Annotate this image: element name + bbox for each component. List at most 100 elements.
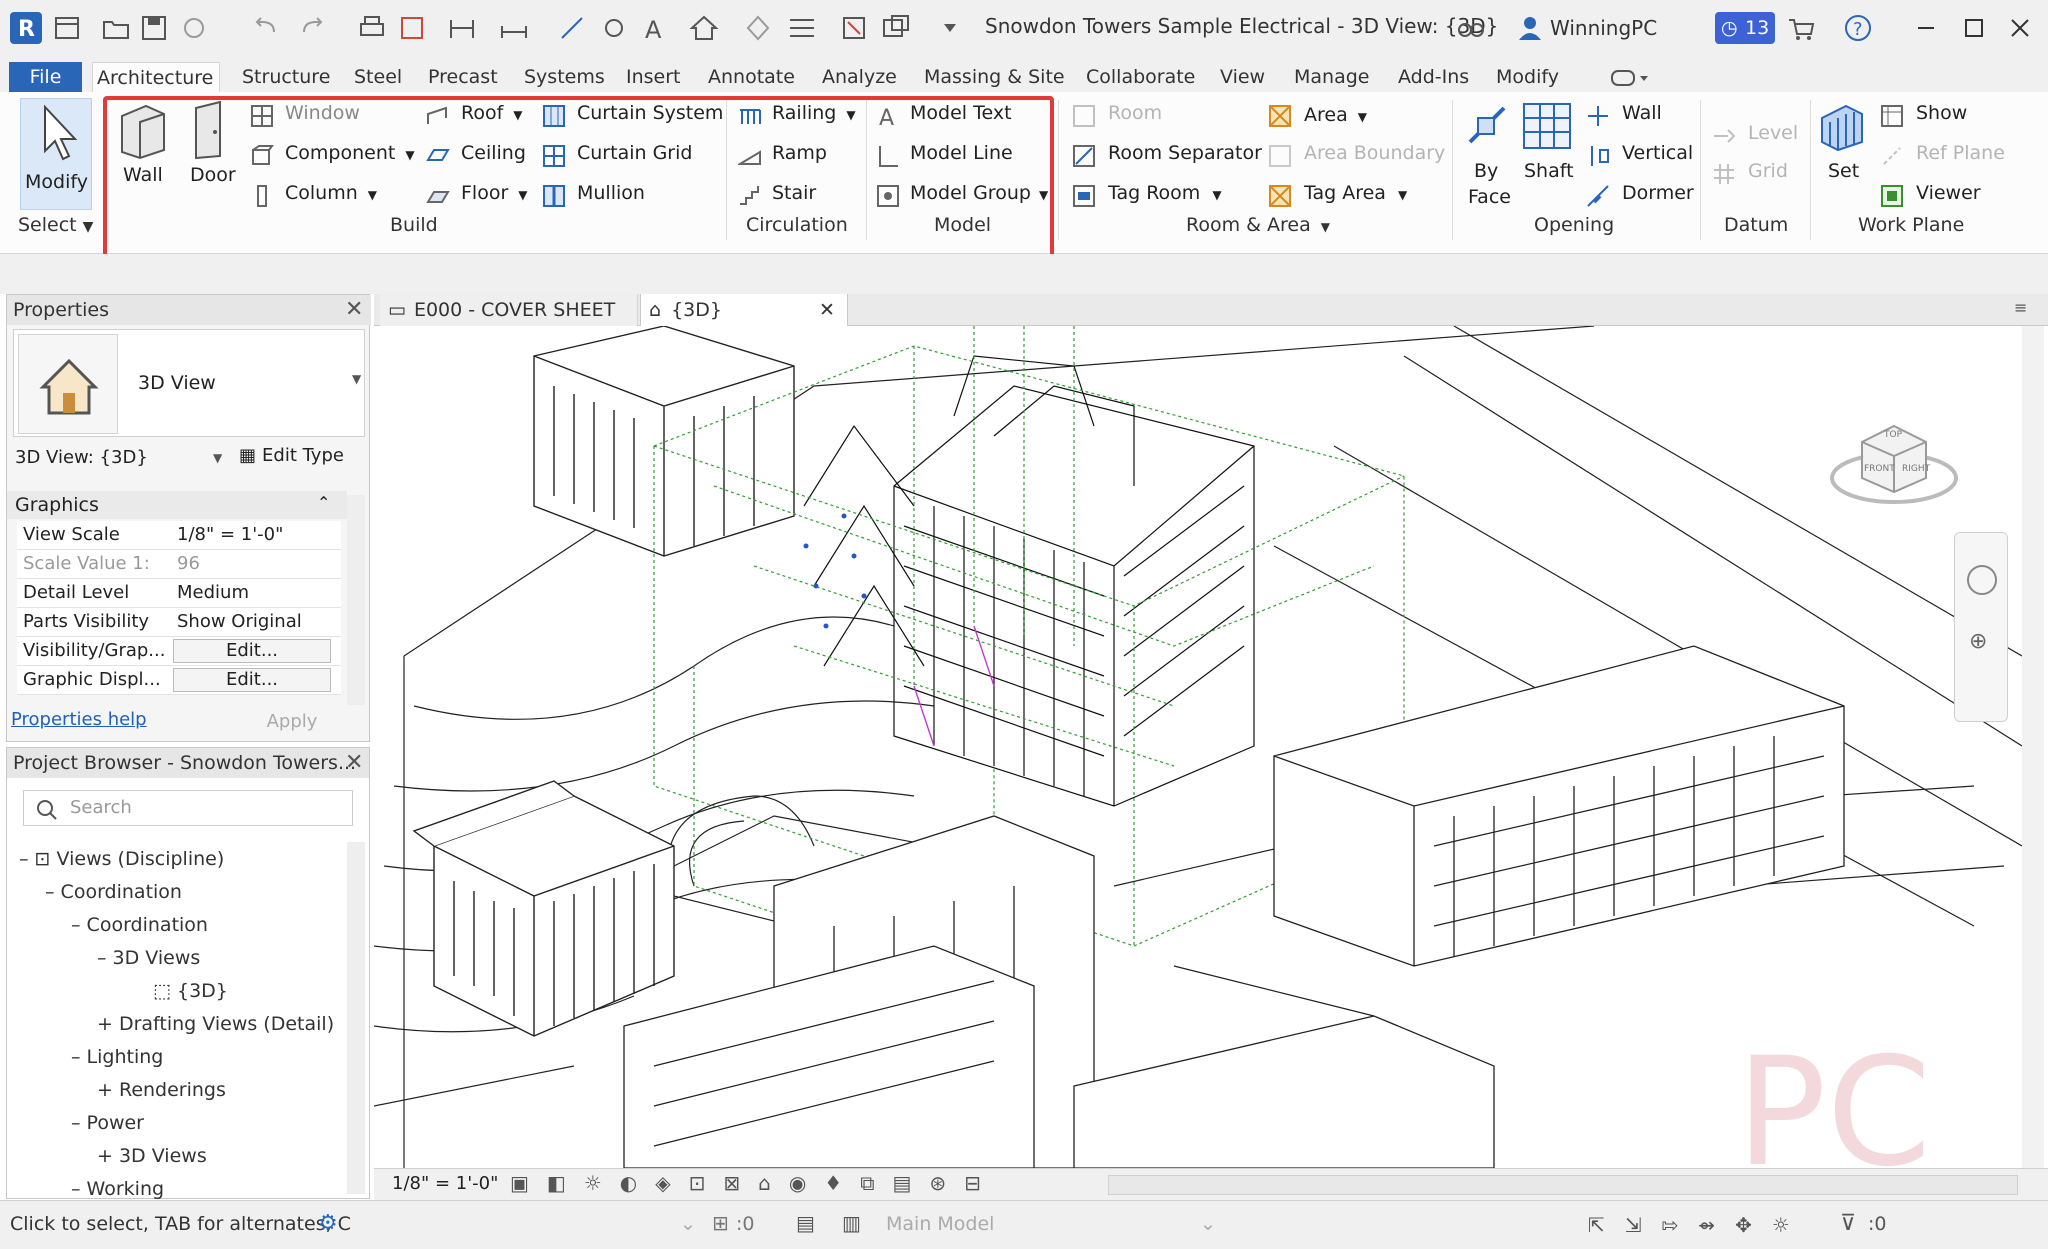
user-icon[interactable] — [1514, 12, 1546, 44]
default-3d-view-icon[interactable] — [688, 12, 720, 44]
measure-icon[interactable] — [446, 12, 478, 44]
vertical-opening-button[interactable]: Vertical — [1622, 142, 1693, 164]
properties-scrollbar[interactable] — [347, 495, 365, 705]
tab-steel[interactable]: Steel — [350, 62, 406, 92]
tag-room-button[interactable]: Tag Room ▼ — [1108, 182, 1222, 204]
editable-only-icon[interactable]: ▥ — [842, 1211, 861, 1235]
section-icon[interactable] — [742, 12, 774, 44]
user-name[interactable]: WinningPC — [1550, 16, 1657, 40]
selection-filters[interactable]: ⇱⇲⇰⇴✥☼ — [1588, 1213, 1810, 1237]
tab-view[interactable]: View — [1216, 62, 1269, 92]
detail-level-value[interactable]: Medium — [177, 582, 249, 603]
design-options-icon[interactable]: ▤ — [796, 1211, 815, 1235]
collapse-section-icon[interactable]: ⌃ — [317, 493, 330, 512]
apply-button[interactable]: Apply — [247, 711, 337, 737]
select-group-label[interactable]: Select ▼ — [18, 214, 93, 236]
properties-help-link[interactable]: Properties help — [11, 709, 147, 730]
viewcube[interactable]: TOP FRONT RIGHT — [1822, 392, 1966, 516]
notifications-badge[interactable]: ◷ 13 — [1715, 12, 1775, 44]
redo-icon[interactable] — [296, 12, 328, 44]
steering-wheel-icon[interactable] — [1967, 565, 1997, 595]
close-icon[interactable] — [2004, 12, 2036, 44]
show-work-plane-button[interactable]: Show — [1916, 102, 1967, 124]
wall-opening-button[interactable]: Wall — [1622, 102, 1662, 124]
graphics-section-header[interactable]: Graphics ⌃ — [7, 491, 347, 519]
canvas-horizontal-scrollbar[interactable] — [1108, 1175, 2018, 1195]
model-dropdown-icon[interactable]: ⌄ — [1200, 1213, 1216, 1235]
view-scale-selector[interactable]: 1/8" = 1'-0" — [392, 1173, 498, 1194]
type-selector[interactable]: 3D View ▼ — [13, 329, 365, 437]
tree-item-power[interactable]: – Power — [71, 1112, 144, 1134]
text-icon[interactable]: A — [638, 12, 670, 44]
ribbon-minimize-toggle-icon[interactable] — [1608, 66, 1652, 90]
tree-item-renderings[interactable]: + Renderings — [97, 1079, 226, 1101]
tree-item-coordination[interactable]: – Coordination — [45, 881, 182, 903]
type-dropdown-icon[interactable]: ▼ — [352, 372, 361, 386]
tree-item-working[interactable]: – Working — [71, 1178, 164, 1200]
active-workset-icon[interactable]: ⊞ — [712, 1211, 729, 1235]
dimension-icon[interactable] — [498, 12, 530, 44]
tree-item-3d-view-active[interactable]: ⬚ {3D} — [153, 980, 228, 1002]
tab-3d-view[interactable]: ⌂ {3D} ✕ — [640, 294, 848, 326]
shaft-button[interactable]: Shaft — [1516, 98, 1578, 210]
tree-item-lighting[interactable]: – Lighting — [71, 1046, 163, 1068]
tree-item-views-discipline[interactable]: – ⊡ Views (Discipline) — [19, 848, 224, 870]
view-control-icons[interactable]: ▣◧☼◐◈⊡⊠⌂◉♦⧉▤⊛⊟ — [510, 1171, 999, 1195]
edit-type-button[interactable]: ▦ Edit Type — [239, 445, 359, 473]
tab-analyze[interactable]: Analyze — [818, 62, 901, 92]
save-icon[interactable] — [138, 12, 170, 44]
tab-manage[interactable]: Manage — [1290, 62, 1373, 92]
filter-icon[interactable]: ⊽ — [1840, 1211, 1856, 1236]
tab-add-ins[interactable]: Add-Ins — [1394, 62, 1473, 92]
zoom-icon[interactable]: ⊕ — [1969, 629, 1987, 654]
tab-structure[interactable]: Structure — [238, 62, 334, 92]
tag-icon[interactable] — [598, 12, 630, 44]
grid-button[interactable]: Grid — [1748, 160, 1788, 182]
instance-dropdown-icon[interactable]: ▼ — [213, 451, 222, 465]
3d-model-canvas[interactable]: TOP FRONT RIGHT ⊕ PC — [374, 326, 2022, 1168]
view-scale-value[interactable]: 1/8" = 1'-0" — [177, 524, 283, 545]
undo-icon[interactable] — [250, 12, 282, 44]
modify-button[interactable]: Modify — [20, 98, 92, 210]
main-model-selector[interactable]: Main Model — [886, 1213, 994, 1235]
tab-menu-icon[interactable]: ≡ — [2014, 298, 2027, 317]
room-separator-button[interactable]: Room Separator — [1108, 142, 1262, 164]
export-icon[interactable] — [396, 12, 428, 44]
level-button[interactable]: Level — [1748, 122, 1798, 144]
switch-windows-icon[interactable] — [880, 12, 912, 44]
room-area-group-label[interactable]: Room & Area ▼ — [1186, 214, 1330, 236]
browser-scrollbar[interactable] — [347, 842, 365, 1194]
maximize-icon[interactable] — [1958, 12, 1990, 44]
tab-massing-site[interactable]: Massing & Site — [920, 62, 1069, 92]
tree-item-3d-views[interactable]: – 3D Views — [97, 947, 200, 969]
tab-architecture[interactable]: Architecture — [92, 62, 220, 92]
open-folder-icon[interactable] — [100, 12, 132, 44]
tag-area-button[interactable]: Tag Area ▼ — [1304, 182, 1407, 204]
tab-precast[interactable]: Precast — [424, 62, 502, 92]
tab-systems[interactable]: Systems — [520, 62, 609, 92]
search-help-icon[interactable] — [1455, 12, 1487, 44]
cart-icon[interactable] — [1785, 12, 1817, 44]
set-work-plane-button[interactable]: Set — [1816, 98, 1868, 210]
tab-annotate[interactable]: Annotate — [704, 62, 799, 92]
ref-plane-button[interactable]: Ref Plane — [1916, 142, 2005, 164]
tab-cover-sheet[interactable]: ▭ E000 - COVER SHEET — [380, 294, 638, 326]
thin-lines-icon[interactable] — [786, 12, 818, 44]
tab-collaborate[interactable]: Collaborate — [1082, 62, 1199, 92]
parts-visibility-value[interactable]: Show Original — [177, 611, 302, 632]
viewer-button[interactable]: Viewer — [1916, 182, 1981, 204]
sync-icon[interactable] — [178, 12, 210, 44]
tab-modify[interactable]: Modify — [1492, 62, 1563, 92]
browser-close-icon[interactable]: ✕ — [345, 750, 363, 775]
align-icon[interactable] — [556, 12, 588, 44]
visibility-graphics-edit-button[interactable]: Edit... — [173, 639, 331, 663]
revit-logo-icon[interactable]: R — [10, 12, 42, 44]
by-face-button[interactable]: By Face — [1460, 98, 1514, 210]
room-button[interactable]: Room — [1108, 102, 1162, 124]
properties-close-icon[interactable]: ✕ — [345, 297, 363, 322]
print-icon[interactable] — [356, 12, 388, 44]
area-boundary-button[interactable]: Area Boundary — [1304, 142, 1445, 164]
workset-dropdown-icon[interactable]: ⌄ — [680, 1213, 696, 1235]
close-hidden-icon[interactable] — [838, 12, 870, 44]
browser-search-input[interactable]: Search — [23, 790, 353, 826]
